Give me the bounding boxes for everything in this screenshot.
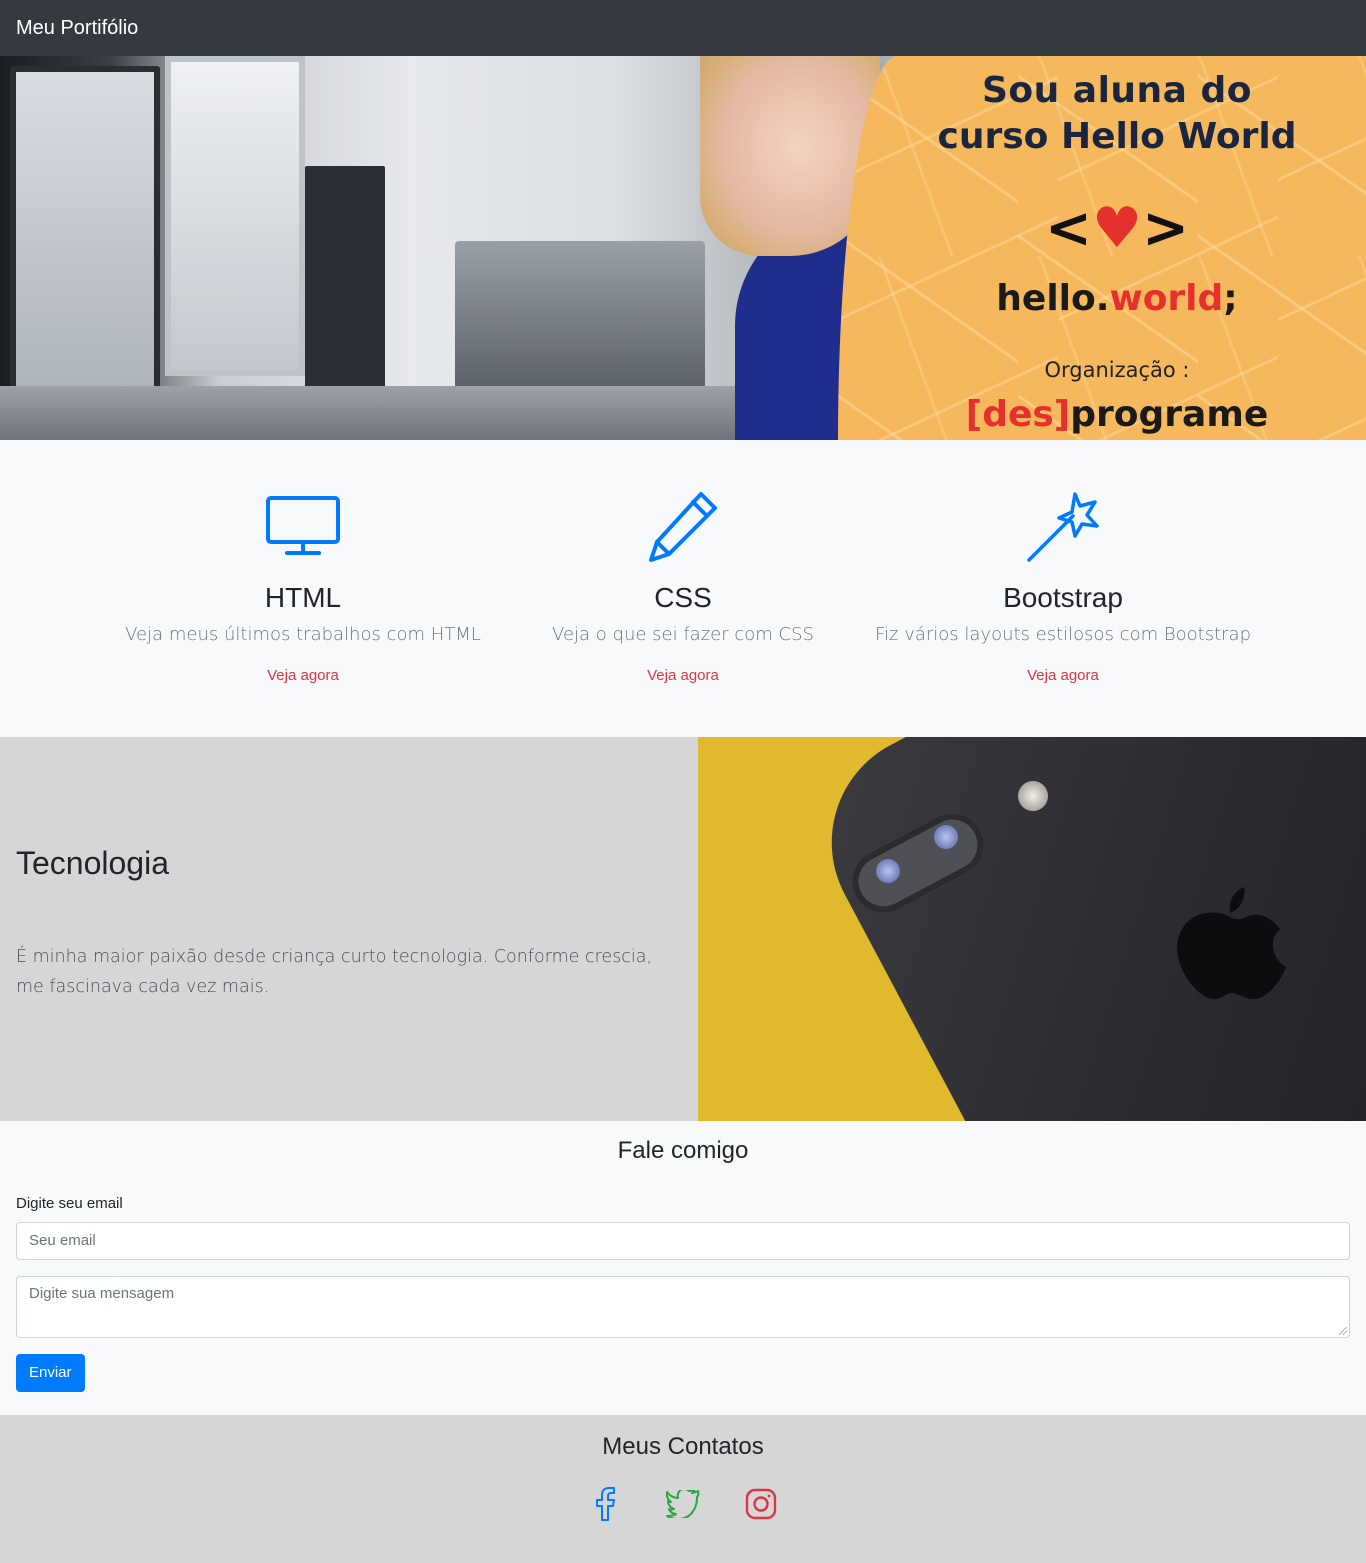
facebook-icon[interactable] (588, 1487, 622, 1521)
message-textarea[interactable]: Digite sua mensagem (16, 1276, 1350, 1338)
footer: Meus Contatos (0, 1415, 1366, 1563)
navbar-brand[interactable]: Meu Portifólio (16, 17, 138, 40)
hero-banner-image: Sou aluna do curso Hello World <♥> hello… (0, 56, 1366, 440)
apple-logo-icon (1177, 887, 1286, 999)
features-section: HTML Veja meus últimos trabalhos com HTM… (0, 440, 1366, 737)
tech-description: É minha maior paixão desde criança curto… (16, 947, 653, 997)
organization-label: Organização : (1044, 358, 1190, 382)
tech-text-panel: Tecnologia É minha maior paixão desde cr… (0, 737, 698, 1121)
magic-wand-icon (873, 486, 1253, 566)
social-links (0, 1487, 1366, 1521)
submit-button[interactable]: Enviar (16, 1354, 85, 1392)
twitter-icon[interactable] (666, 1487, 700, 1521)
smartphone-photo (698, 737, 1366, 1121)
footer-title: Meus Contatos (602, 1433, 764, 1460)
contact-title: Fale comigo (617, 1137, 749, 1164)
tech-title: Tecnologia (16, 845, 169, 881)
feature-title: CSS (654, 582, 712, 613)
monitor-icon (113, 486, 493, 566)
feature-text: Veja meus últimos trabalhos com HTML (125, 624, 481, 645)
tech-section: Tecnologia É minha maior paixão desde cr… (0, 737, 1366, 1121)
desprograme-logo: [des]programe (965, 394, 1269, 435)
code-heart-logo: <♥> (1044, 196, 1190, 261)
contact-form-section: Fale comigo Digite seu email Seu email D… (0, 1121, 1366, 1415)
feature-title: Bootstrap (1003, 582, 1123, 613)
feature-link[interactable]: Veja agora (1027, 667, 1099, 684)
heart-icon: ♥ (1091, 196, 1143, 261)
feature-html: HTML Veja meus últimos trabalhos com HTM… (113, 486, 493, 737)
hello-world-banner: Sou aluna do curso Hello World <♥> hello… (838, 56, 1366, 440)
feature-link[interactable]: Veja agora (267, 667, 339, 684)
feature-title: HTML (264, 582, 342, 613)
email-input[interactable]: Seu email (16, 1222, 1350, 1260)
banner-line-2: curso Hello World (937, 116, 1297, 157)
feature-bootstrap: Bootstrap Fiz vários layouts estilosos c… (873, 486, 1253, 737)
navbar: Meu Portifólio (0, 0, 1366, 56)
banner-line-1: Sou aluna do (981, 70, 1253, 111)
instagram-icon[interactable] (744, 1487, 778, 1521)
pencil-icon (493, 486, 873, 566)
feature-text: Fiz vários layouts estilosos com Bootstr… (874, 624, 1251, 645)
hello-world-logo: hello.world; (996, 278, 1238, 319)
email-label: Digite seu email (16, 1195, 123, 1212)
feature-css: CSS Veja o que sei fazer com CSS Veja ag… (493, 486, 873, 737)
feature-link[interactable]: Veja agora (647, 667, 719, 684)
feature-text: Veja o que sei fazer com CSS (552, 624, 814, 645)
